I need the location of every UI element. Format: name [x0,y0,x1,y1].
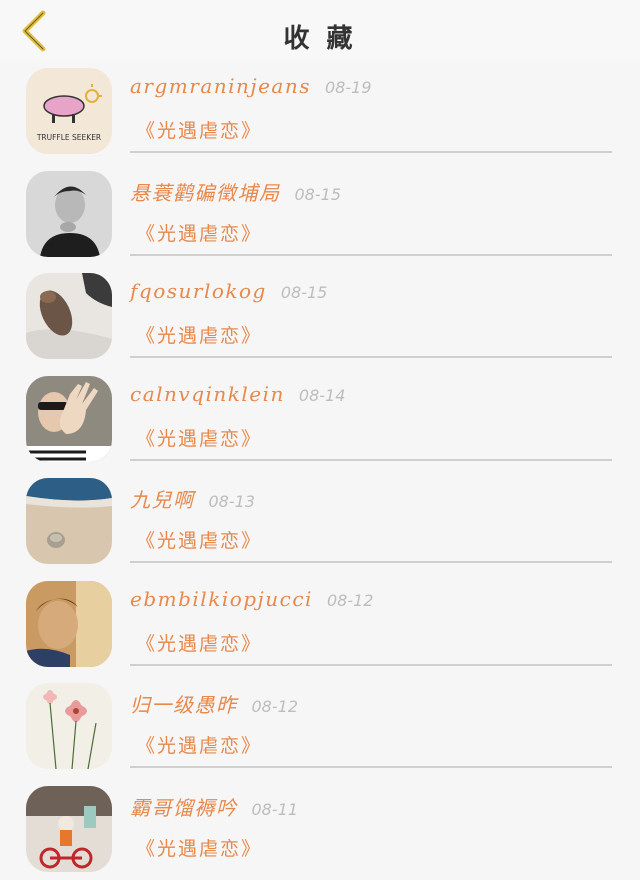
item-date: 08-14 [299,386,346,405]
svg-text:TRUFFLE SEEKER: TRUFFLE SEEKER [36,133,101,142]
avatar-beach-shell[interactable] [26,478,112,564]
list-item[interactable]: TRUFFLE SEEKER argmraninjeans08-19 《光遇虐恋… [0,60,640,163]
work-title[interactable]: 《光遇虐恋》 [136,834,262,861]
divider [130,766,612,768]
divider [130,254,612,256]
divider [130,356,612,358]
list-item[interactable]: 九兒啊08-13 《光遇虐恋》 [0,470,640,573]
work-title[interactable]: 《光遇虐恋》 [136,219,262,246]
work-title[interactable]: 《光遇虐恋》 [136,731,262,758]
divider [130,151,612,153]
item-date: 08-13 [209,492,256,511]
divider [130,561,612,563]
avatar-pig-logo[interactable]: TRUFFLE SEEKER [26,68,112,154]
work-title[interactable]: 《光遇虐恋》 [136,424,262,451]
list-item[interactable]: 霸哥馏褥吟08-11 《光遇虐恋》 [0,778,640,880]
list-item[interactable]: fqosurlokog08-15 《光遇虐恋》 [0,265,640,368]
favorites-list: TRUFFLE SEEKER argmraninjeans08-19 《光遇虐恋… [0,60,640,880]
avatar-man-portrait[interactable] [26,171,112,257]
user-name[interactable]: calnvqinklein08-14 [130,382,345,406]
page-title: 收 藏 [0,18,640,55]
item-date: 08-11 [252,800,299,819]
avatar-warm-portrait[interactable] [26,581,112,667]
work-title[interactable]: 《光遇虐恋》 [136,116,262,143]
user-name[interactable]: argmraninjeans08-19 [130,74,372,98]
user-name[interactable]: 悬蓑鹳碥徵埔局08-15 [130,177,341,206]
user-name[interactable]: 归一级愚昨08-12 [130,689,298,718]
work-title[interactable]: 《光遇虐恋》 [136,526,262,553]
work-title[interactable]: 《光遇虐恋》 [136,321,262,348]
list-item[interactable]: 悬蓑鹳碥徵埔局08-15 《光遇虐恋》 [0,163,640,266]
user-name[interactable]: fqosurlokog08-15 [130,279,327,303]
item-date: 08-19 [325,78,372,97]
user-name[interactable]: ebmbilkiopjucci08-12 [130,587,373,611]
item-date: 08-12 [327,591,374,610]
divider [130,459,612,461]
list-item[interactable]: 归一级愚昨08-12 《光遇虐恋》 [0,675,640,778]
avatar-figure-bicycle[interactable] [26,786,112,872]
item-date: 08-15 [295,185,342,204]
work-title[interactable]: 《光遇虐恋》 [136,629,262,656]
avatar-cat-blanket[interactable] [26,273,112,359]
app-header: 收 藏 [0,0,640,60]
item-date: 08-15 [281,283,328,302]
list-item[interactable]: ebmbilkiopjucci08-12 《光遇虐恋》 [0,573,640,676]
avatar-cosmos-flowers[interactable] [26,683,112,769]
user-name[interactable]: 霸哥馏褥吟08-11 [130,792,298,821]
item-date: 08-12 [252,697,299,716]
user-name[interactable]: 九兒啊08-13 [130,484,255,513]
avatar-sunglasses-wave[interactable] [26,376,112,462]
divider [130,664,612,666]
list-item[interactable]: calnvqinklein08-14 《光遇虐恋》 [0,368,640,471]
